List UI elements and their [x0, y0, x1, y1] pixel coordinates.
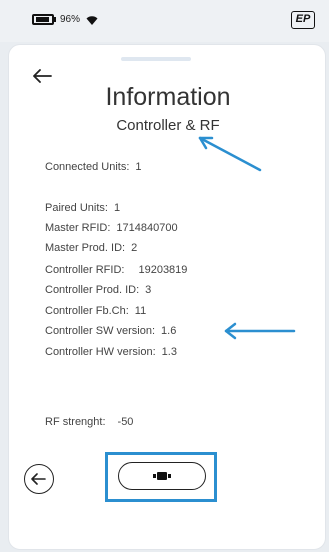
controller-sw-version-row: Controller SW version: 1.6	[45, 325, 176, 337]
controller-prod-id-value: 3	[145, 284, 152, 296]
back-button[interactable]	[24, 464, 54, 494]
status-bar: 96% EP	[0, 0, 329, 42]
wifi-icon	[86, 16, 98, 25]
drag-handle[interactable]	[121, 57, 191, 61]
paired-units-row: Paired Units: 1	[45, 202, 120, 214]
paired-units-label: Paired Units:	[45, 202, 108, 214]
connector-icon	[153, 472, 171, 480]
controller-fb-ch-label: Controller Fb.Ch:	[45, 305, 129, 317]
rf-strength-value: -50	[117, 416, 134, 428]
controller-hw-version-label: Controller HW version:	[45, 346, 156, 358]
connected-units-row: Connected Units: 1	[45, 161, 142, 173]
master-prod-id-row: Master Prod. ID: 2	[45, 242, 137, 254]
battery-tip	[54, 17, 56, 22]
master-rfid-label: Master RFID:	[45, 222, 111, 234]
master-prod-id-label: Master Prod. ID:	[45, 242, 126, 254]
paired-units-value: 1	[113, 202, 121, 214]
controller-sw-version-label: Controller SW version:	[45, 325, 156, 337]
controller-hw-version-row: Controller HW version: 1.3	[45, 346, 177, 358]
master-rfid-row: Master RFID: 1714840700	[45, 222, 178, 234]
back-arrow-icon[interactable]	[33, 69, 53, 83]
phone-screen: 96% EP Information Controller & RF Conne…	[0, 0, 329, 552]
battery-icon	[32, 14, 54, 25]
brand-logo: EP	[291, 11, 315, 29]
back-arrow-circle-icon	[31, 473, 46, 485]
controller-fb-ch-value: 11	[134, 305, 147, 317]
connected-units-value: 1	[135, 161, 142, 173]
controller-prod-id-label: Controller Prod. ID:	[45, 284, 140, 296]
page-subtitle: Controller & RF	[116, 117, 220, 134]
controller-prod-id-row: Controller Prod. ID: 3	[45, 284, 151, 296]
master-rfid-value: 1714840700	[116, 222, 178, 234]
controller-sw-version-value: 1.6	[161, 325, 177, 337]
rf-strength-row: RF strenght: -50	[45, 416, 133, 428]
controller-hw-version-value: 1.3	[161, 346, 177, 358]
controller-fb-ch-row: Controller Fb.Ch: 11	[45, 305, 146, 317]
connector-button[interactable]	[118, 462, 206, 490]
connected-units-label: Connected Units:	[45, 161, 130, 173]
battery-percent: 96%	[60, 14, 81, 25]
master-prod-id-value: 2	[131, 242, 138, 254]
page-title: Information	[105, 83, 231, 111]
rf-strength-label: RF strenght:	[45, 416, 106, 428]
controller-rfid-row: Controller RFID: 19203819	[45, 264, 187, 276]
controller-rfid-value: 19203819	[138, 264, 188, 276]
controller-rfid-label: Controller RFID:	[45, 264, 125, 276]
